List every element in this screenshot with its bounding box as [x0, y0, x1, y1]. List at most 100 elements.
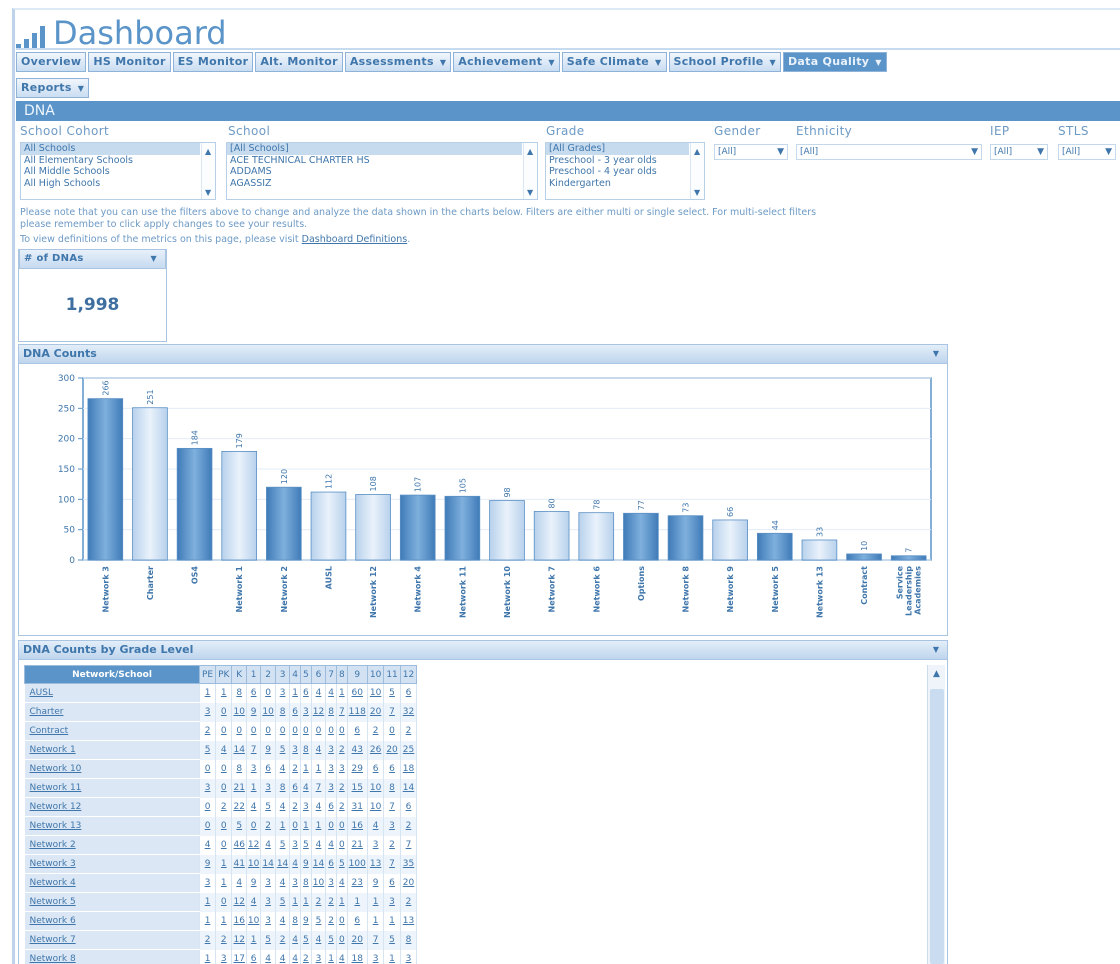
grade-count-link[interactable]: 2 — [400, 816, 418, 836]
caret-down-icon[interactable]: ▼ — [205, 188, 211, 197]
caret-up-icon[interactable]: ▲ — [694, 147, 700, 156]
grade-count-link[interactable]: 1 — [347, 892, 368, 912]
grade-count-link[interactable]: 3 — [260, 911, 276, 931]
grade-count-link[interactable]: 3 — [325, 873, 337, 893]
dna-counts-panel-header[interactable]: DNA Counts ▼ — [18, 344, 948, 364]
grade-count-link[interactable]: 10 — [260, 702, 276, 722]
grade-count-link[interactable]: 2 — [336, 740, 348, 760]
caret-down-icon[interactable]: ▼ — [655, 58, 661, 67]
network-link[interactable]: Charter — [24, 702, 200, 722]
grade-count-link[interactable]: 0 — [215, 721, 233, 741]
grade-count-link[interactable]: 6 — [325, 797, 337, 817]
grade-listbox[interactable]: [All Grades] Preschool - 3 year olds Presc… — [545, 142, 705, 200]
caret-down-icon[interactable]: ▼ — [527, 188, 533, 197]
grade-count-link[interactable]: 1 — [367, 892, 385, 912]
grade-count-link[interactable]: 20 — [367, 702, 385, 722]
grade-count-link[interactable]: 1 — [215, 873, 233, 893]
grade-count-link[interactable]: 9 — [367, 873, 385, 893]
grade-count-link[interactable]: 1 — [215, 854, 233, 874]
grade-count-link[interactable]: 0 — [336, 835, 348, 855]
grade-count-link[interactable]: 4 — [275, 797, 291, 817]
grade-count-link[interactable]: 7 — [367, 930, 385, 950]
grade-count-link[interactable]: 1 — [289, 892, 302, 912]
grade-count-link[interactable]: 43 — [347, 740, 368, 760]
network-link[interactable]: Contract — [24, 721, 200, 741]
grade-count-link[interactable]: 4 — [231, 873, 247, 893]
grade-count-link[interactable]: 9 — [246, 873, 262, 893]
grade-count-link[interactable]: 2 — [367, 721, 385, 741]
grade-count-link[interactable]: 4 — [336, 949, 348, 964]
grade-count-link[interactable]: 5 — [231, 816, 247, 836]
grade-count-link[interactable]: 7 — [383, 854, 401, 874]
grade-count-link[interactable]: 5 — [275, 835, 291, 855]
grade-count-link[interactable]: 8 — [383, 778, 401, 798]
ethnicity-dropdown[interactable]: [All] ▼ — [796, 144, 982, 160]
column-header-grade[interactable]: 5 — [300, 665, 312, 684]
grade-count-link[interactable]: 8 — [275, 778, 291, 798]
grade-count-link[interactable]: 3 — [300, 797, 312, 817]
tab-overview[interactable]: Overview — [16, 52, 87, 72]
grade-count-link[interactable]: 0 — [336, 721, 348, 741]
grade-count-link[interactable]: 5 — [300, 835, 312, 855]
grade-count-link[interactable]: 0 — [260, 721, 276, 741]
grade-count-link[interactable]: 0 — [289, 721, 302, 741]
list-option[interactable]: Preschool - 3 year olds — [546, 155, 689, 167]
grade-count-link[interactable]: 31 — [347, 797, 368, 817]
tab-school-profile[interactable]: School Profile ▼ — [668, 52, 781, 72]
grade-count-link[interactable]: 3 — [336, 759, 348, 779]
grade-count-link[interactable]: 1 — [383, 949, 401, 964]
grade-count-link[interactable]: 7 — [400, 835, 418, 855]
grade-count-link[interactable]: 4 — [246, 892, 262, 912]
grade-count-link[interactable]: 60 — [347, 683, 368, 703]
grade-count-link[interactable]: 3 — [289, 835, 302, 855]
grade-count-link[interactable]: 8 — [325, 702, 337, 722]
grade-count-link[interactable]: 14 — [311, 854, 327, 874]
grade-count-link[interactable]: 4 — [260, 949, 276, 964]
grade-count-link[interactable]: 5 — [275, 892, 291, 912]
network-link[interactable]: Network 8 — [24, 949, 200, 964]
grade-count-link[interactable]: 6 — [400, 797, 418, 817]
grade-count-link[interactable]: 3 — [325, 759, 337, 779]
grade-count-link[interactable]: 0 — [275, 721, 291, 741]
column-header-grade[interactable]: 2 — [260, 665, 276, 684]
grade-count-link[interactable]: 3 — [325, 778, 337, 798]
grade-count-link[interactable]: 3 — [260, 778, 276, 798]
grade-count-link[interactable]: 29 — [347, 759, 368, 779]
grade-count-link[interactable]: 3 — [400, 949, 418, 964]
grade-count-link[interactable]: 7 — [383, 702, 401, 722]
grade-count-link[interactable]: 4 — [275, 873, 291, 893]
grade-count-link[interactable]: 6 — [246, 949, 262, 964]
grade-count-link[interactable]: 4 — [275, 759, 291, 779]
grade-count-link[interactable]: 12 — [246, 835, 262, 855]
grade-count-link[interactable]: 5 — [336, 854, 348, 874]
grade-count-link[interactable]: 9 — [300, 911, 312, 931]
grade-count-link[interactable]: 10 — [367, 683, 385, 703]
grade-count-link[interactable]: 1 — [325, 949, 337, 964]
grade-count-link[interactable]: 6 — [325, 854, 337, 874]
grade-count-link[interactable]: 14 — [260, 854, 276, 874]
grade-count-link[interactable]: 5 — [383, 930, 401, 950]
grade-count-link[interactable]: 2 — [400, 892, 418, 912]
grade-count-link[interactable]: 2 — [400, 721, 418, 741]
grade-count-link[interactable]: 10 — [367, 778, 385, 798]
grade-count-link[interactable]: 4 — [311, 835, 327, 855]
tab-reports[interactable]: Reports ▼ — [16, 78, 90, 98]
grade-count-link[interactable]: 8 — [289, 911, 302, 931]
grade-count-link[interactable]: 5 — [260, 930, 276, 950]
grade-count-link[interactable]: 6 — [400, 683, 418, 703]
grade-count-link[interactable]: 1 — [246, 778, 262, 798]
list-option[interactable]: All High Schools — [21, 178, 200, 190]
grade-count-link[interactable]: 20 — [383, 740, 401, 760]
grade-count-link[interactable]: 4 — [199, 835, 217, 855]
grade-count-link[interactable]: 8 — [300, 873, 312, 893]
grade-count-link[interactable]: 9 — [300, 854, 312, 874]
column-header-grade[interactable]: K — [231, 665, 247, 684]
grade-count-link[interactable]: 1 — [199, 892, 217, 912]
grade-count-link[interactable]: 14 — [400, 778, 418, 798]
grade-count-link[interactable]: 1 — [289, 683, 302, 703]
grade-count-link[interactable]: 13 — [400, 911, 418, 931]
list-option[interactable]: [All Grades] — [546, 143, 689, 155]
grade-count-link[interactable]: 1 — [311, 759, 327, 779]
grade-count-link[interactable]: 2 — [275, 930, 291, 950]
grade-count-link[interactable]: 1 — [300, 892, 312, 912]
